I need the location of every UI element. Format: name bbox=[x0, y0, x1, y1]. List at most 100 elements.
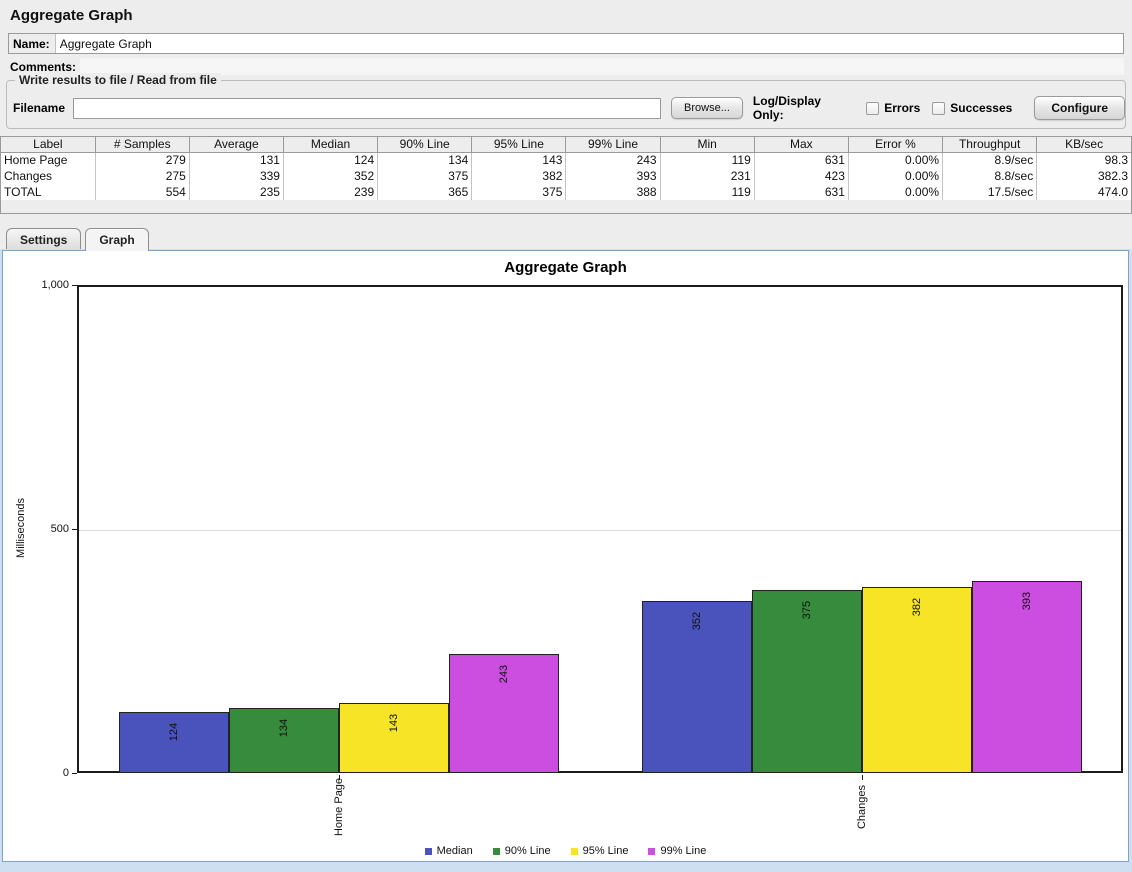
comments-label: Comments: bbox=[8, 60, 76, 74]
errors-checkbox-group: Errors bbox=[866, 101, 920, 115]
table-cell: 131 bbox=[189, 152, 283, 168]
table-row[interactable]: Changes2753393523753823932314230.00%8.8/… bbox=[1, 168, 1131, 184]
table-cell: 0.00% bbox=[848, 152, 942, 168]
column-header-median[interactable]: Median bbox=[283, 137, 377, 152]
legend-swatch bbox=[571, 848, 578, 855]
bar-value-label: 375 bbox=[801, 580, 813, 640]
table-cell: TOTAL bbox=[1, 184, 95, 200]
table-cell: 119 bbox=[660, 152, 754, 168]
errors-checkbox[interactable] bbox=[866, 102, 879, 115]
errors-checkbox-label: Errors bbox=[884, 101, 920, 115]
filename-label: Filename bbox=[13, 101, 65, 115]
y-tick-mark bbox=[72, 529, 77, 530]
table-cell: 382 bbox=[472, 168, 566, 184]
bar-value-label: 352 bbox=[691, 591, 703, 651]
table-row[interactable]: TOTAL5542352393653753881196310.00%17.5/s… bbox=[1, 184, 1131, 200]
table-cell: 474.0 bbox=[1037, 184, 1131, 200]
legend-label: 90% Line bbox=[505, 845, 551, 857]
table-row[interactable]: Home Page2791311241341432431196310.00%8.… bbox=[1, 152, 1131, 168]
column-header-90-line[interactable]: 90% Line bbox=[378, 137, 472, 152]
column-header-throughput[interactable]: Throughput bbox=[943, 137, 1037, 152]
table-cell: 124 bbox=[283, 152, 377, 168]
tab-settings[interactable]: Settings bbox=[6, 228, 81, 250]
table-cell: 352 bbox=[283, 168, 377, 184]
bar-value-label: 124 bbox=[168, 702, 180, 762]
legend-item-median: Median bbox=[425, 845, 473, 857]
table-cell: Home Page bbox=[1, 152, 95, 168]
aggregate-results-table: Label# SamplesAverageMedian90% Line95% L… bbox=[1, 137, 1131, 200]
bar-value-label: 243 bbox=[498, 644, 510, 704]
column-header-max[interactable]: Max bbox=[754, 137, 848, 152]
column-header-error-[interactable]: Error % bbox=[848, 137, 942, 152]
filename-input[interactable] bbox=[73, 98, 661, 119]
column-header-label[interactable]: Label bbox=[1, 137, 95, 152]
log-display-only-label: Log/Display Only: bbox=[753, 94, 854, 122]
table-cell: 0.00% bbox=[848, 184, 942, 200]
y-tick-label: 500 bbox=[23, 523, 69, 535]
y-tick-label: 0 bbox=[23, 767, 69, 779]
browse-button[interactable]: Browse... bbox=[671, 97, 743, 119]
table-header-row: Label# SamplesAverageMedian90% Line95% L… bbox=[1, 137, 1131, 152]
y-axis-label: Milliseconds bbox=[15, 488, 27, 568]
page-title: Aggregate Graph bbox=[10, 7, 133, 24]
legend-swatch bbox=[493, 848, 500, 855]
table-cell: Changes bbox=[1, 168, 95, 184]
legend-swatch bbox=[648, 848, 655, 855]
successes-checkbox[interactable] bbox=[932, 102, 945, 115]
gridline bbox=[79, 530, 1121, 531]
table-cell: 17.5/sec bbox=[943, 184, 1037, 200]
column-header--samples[interactable]: # Samples bbox=[95, 137, 189, 152]
table-cell: 119 bbox=[660, 184, 754, 200]
column-header-kb-sec[interactable]: KB/sec bbox=[1037, 137, 1131, 152]
name-label: Name: bbox=[9, 34, 56, 53]
table-cell: 279 bbox=[95, 152, 189, 168]
table-cell: 388 bbox=[566, 184, 660, 200]
successes-checkbox-group: Successes bbox=[932, 101, 1012, 115]
y-tick-label: 1,000 bbox=[23, 279, 69, 291]
column-header-min[interactable]: Min bbox=[660, 137, 754, 152]
chart-area: Aggregate Graph 0 500 1,000 Milliseconds 124… bbox=[2, 250, 1129, 862]
name-input[interactable] bbox=[56, 34, 1123, 53]
table-cell: 235 bbox=[189, 184, 283, 200]
table-cell: 134 bbox=[378, 152, 472, 168]
table-cell: 375 bbox=[472, 184, 566, 200]
y-tick-mark bbox=[72, 773, 77, 774]
aggregate-results-table-container: Label# SamplesAverageMedian90% Line95% L… bbox=[0, 136, 1132, 214]
table-cell: 98.3 bbox=[1037, 152, 1131, 168]
name-row: Name: bbox=[8, 33, 1124, 54]
aggregate-graph-listener: Aggregate Graph Name: Comments: Write re… bbox=[0, 0, 1132, 872]
legend-item-90-line: 90% Line bbox=[493, 845, 551, 857]
bar-value-label: 393 bbox=[1021, 571, 1033, 631]
table-cell: 423 bbox=[754, 168, 848, 184]
legend-item-95-line: 95% Line bbox=[571, 845, 629, 857]
legend-item-99-line: 99% Line bbox=[648, 845, 706, 857]
table-cell: 375 bbox=[378, 168, 472, 184]
x-category-label: Changes bbox=[856, 767, 868, 847]
table-cell: 0.00% bbox=[848, 168, 942, 184]
chart-panel: Aggregate Graph 0 500 1,000 Milliseconds 124… bbox=[0, 249, 1132, 872]
table-cell: 8.8/sec bbox=[943, 168, 1037, 184]
legend-label: 95% Line bbox=[583, 845, 629, 857]
configure-button[interactable]: Configure bbox=[1034, 96, 1125, 120]
y-tick-mark bbox=[72, 285, 77, 286]
table-cell: 231 bbox=[660, 168, 754, 184]
bar-value-label: 134 bbox=[278, 698, 290, 758]
tab-graph[interactable]: Graph bbox=[85, 228, 148, 251]
table-cell: 143 bbox=[472, 152, 566, 168]
successes-checkbox-label: Successes bbox=[950, 101, 1012, 115]
legend-swatch bbox=[425, 848, 432, 855]
table-cell: 631 bbox=[754, 184, 848, 200]
table-cell: 382.3 bbox=[1037, 168, 1131, 184]
write-results-fieldset: Write results to file / Read from file F… bbox=[6, 80, 1126, 129]
column-header-average[interactable]: Average bbox=[189, 137, 283, 152]
comments-input[interactable] bbox=[80, 58, 1124, 75]
tab-bar: SettingsGraph bbox=[6, 228, 149, 250]
bar-value-label: 143 bbox=[388, 693, 400, 753]
table-cell: 554 bbox=[95, 184, 189, 200]
table-cell: 339 bbox=[189, 168, 283, 184]
column-header-99-line[interactable]: 99% Line bbox=[566, 137, 660, 152]
table-cell: 243 bbox=[566, 152, 660, 168]
legend-label: 99% Line bbox=[660, 845, 706, 857]
column-header-95-line[interactable]: 95% Line bbox=[472, 137, 566, 152]
chart-title: Aggregate Graph bbox=[3, 259, 1128, 276]
